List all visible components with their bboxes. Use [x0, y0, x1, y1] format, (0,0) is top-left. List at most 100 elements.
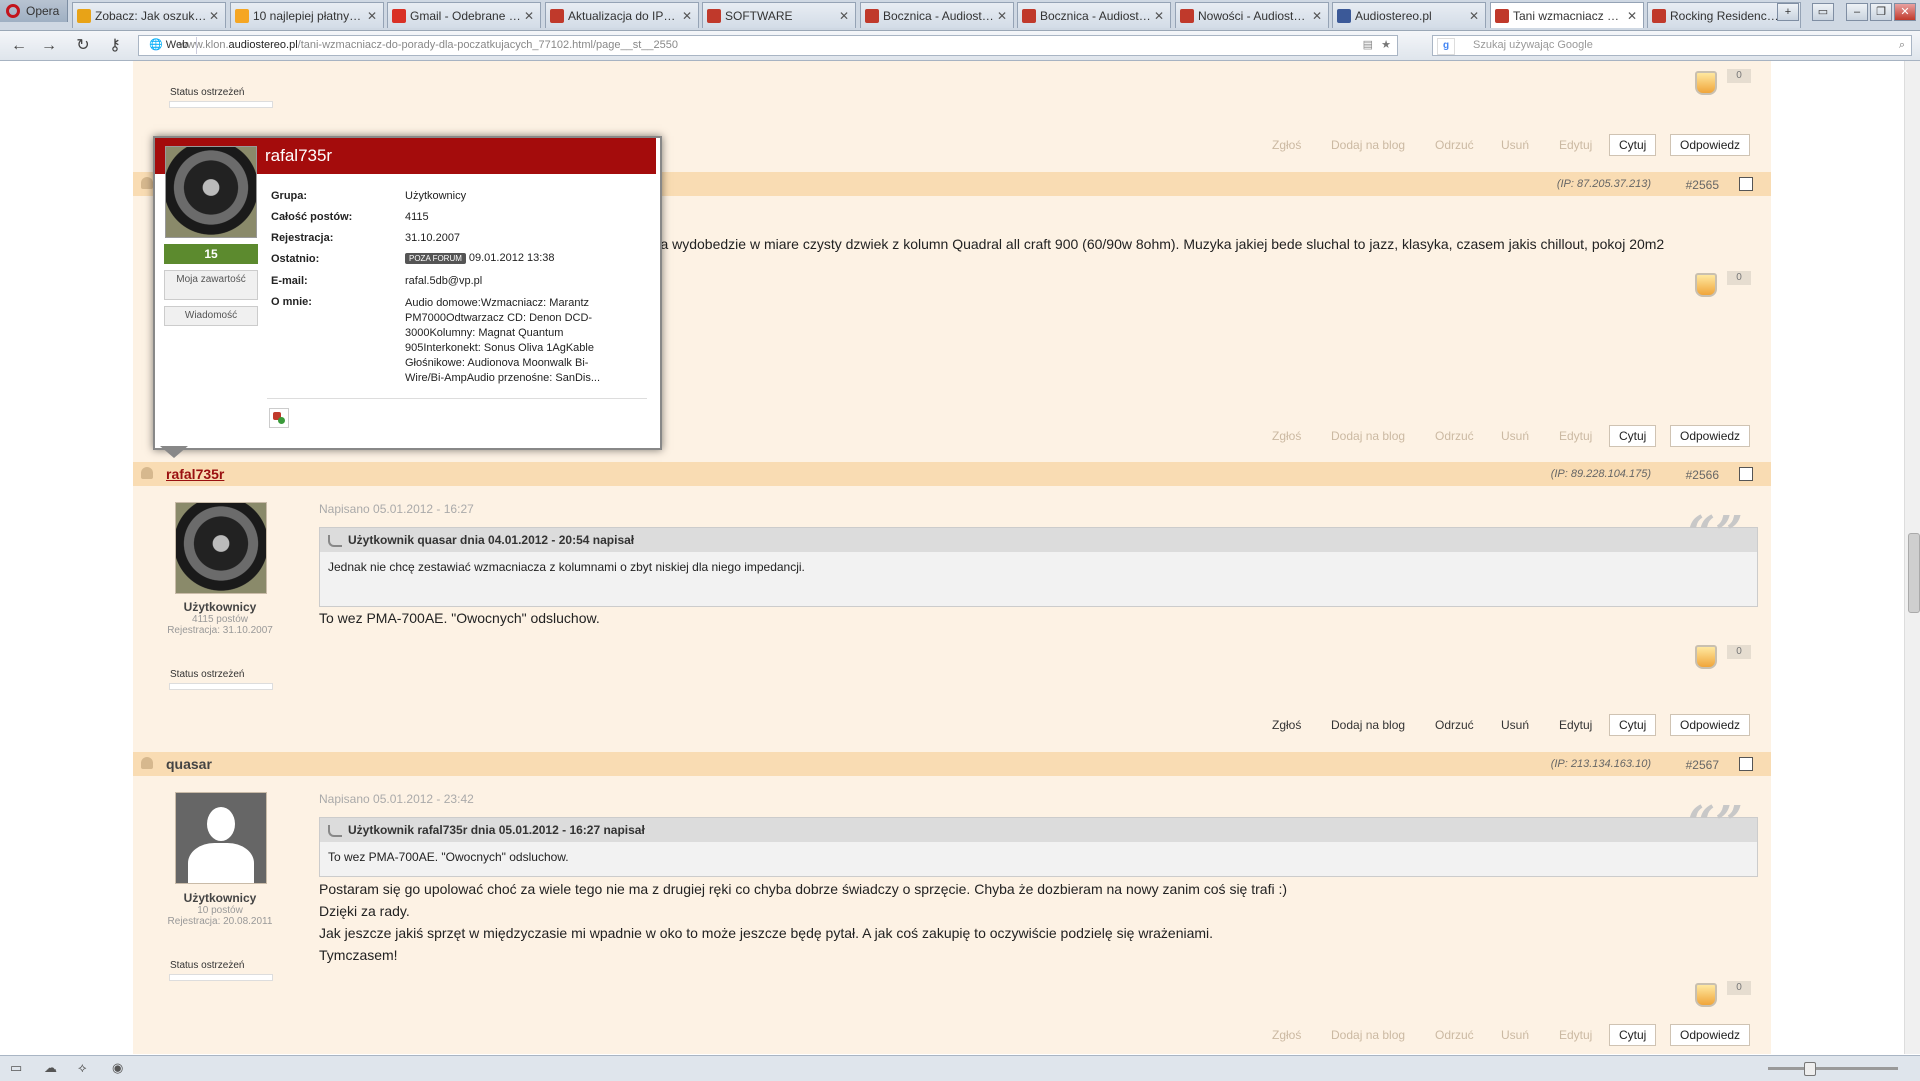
browser-tab[interactable]: 10 najlepiej płatnych... ✕	[230, 2, 384, 28]
add-to-blog-link[interactable]: Dodaj na blog	[1331, 718, 1405, 732]
quote-button[interactable]: Cytuj	[1609, 134, 1657, 156]
reload-icon[interactable]: ↻	[72, 36, 94, 56]
restore-icon[interactable]: ❐	[1870, 3, 1892, 21]
close-tab-icon[interactable]: ✕	[522, 9, 536, 23]
add-to-blog-link[interactable]: Dodaj na blog	[1331, 138, 1405, 152]
message-button[interactable]: Wiadomość	[164, 306, 258, 326]
browser-tab[interactable]: Nowości - Audiostere... ✕	[1175, 2, 1329, 28]
delete-link[interactable]: Usuń	[1501, 138, 1529, 152]
reject-link[interactable]: Odrzuć	[1435, 1028, 1474, 1042]
minimize-icon[interactable]: –	[1846, 3, 1868, 21]
reject-link[interactable]: Odrzuć	[1435, 718, 1474, 732]
search-icon[interactable]: ⌕	[1899, 36, 1905, 55]
bookmark-star-icon[interactable]: ★	[1381, 36, 1391, 55]
close-tab-icon[interactable]: ✕	[680, 9, 694, 23]
warn-status-bar	[169, 683, 273, 690]
edit-link[interactable]: Edytuj	[1559, 718, 1592, 732]
add-friend-icon[interactable]	[269, 408, 289, 428]
reject-link[interactable]: Odrzuć	[1435, 138, 1474, 152]
add-to-blog-link[interactable]: Dodaj na blog	[1331, 429, 1405, 443]
quote-button[interactable]: Cytuj	[1609, 1024, 1657, 1046]
reject-link[interactable]: Odrzuć	[1435, 429, 1474, 443]
page-scrollbar[interactable]	[1904, 61, 1920, 1054]
report-link[interactable]: Zgłoś	[1272, 718, 1301, 732]
rss-icon[interactable]: ▤	[1363, 36, 1373, 55]
trash-icon[interactable]: ▭	[1812, 3, 1834, 21]
reply-button[interactable]: Odpowiedz	[1670, 714, 1751, 736]
panel-toggle-icon[interactable]: ▭	[10, 1060, 22, 1076]
browser-tab[interactable]: Bocznica - Audioster... ✕	[1017, 2, 1171, 28]
edit-link[interactable]: Edytuj	[1559, 138, 1592, 152]
cloud-icon[interactable]: ☁	[44, 1060, 57, 1076]
select-post-checkbox[interactable]	[1739, 757, 1753, 771]
report-link[interactable]: Zgłoś	[1272, 429, 1301, 443]
post-number[interactable]: #2566	[1686, 468, 1719, 482]
tab-label: Tani wzmacniacz do ...	[1513, 8, 1625, 23]
delete-link[interactable]: Usuń	[1501, 718, 1529, 732]
my-content-button[interactable]: Moja zawartość	[164, 270, 258, 300]
reply-button[interactable]: Odpowiedz	[1670, 134, 1751, 156]
post-line: Dzięki za rady.	[319, 903, 410, 919]
post-line: Postaram się go upolować choć za wiele t…	[319, 881, 1288, 897]
reputation-cup-icon[interactable]	[1693, 67, 1719, 97]
hovercard-pointer	[160, 446, 188, 458]
select-post-checkbox[interactable]	[1739, 467, 1753, 481]
back-icon[interactable]: ←	[8, 36, 30, 56]
email-link[interactable]: rafal.5db@vp.pl	[405, 275, 482, 287]
unite-icon[interactable]: ◉	[112, 1060, 123, 1076]
edit-link[interactable]: Edytuj	[1559, 1028, 1592, 1042]
google-icon[interactable]: g	[1437, 38, 1455, 55]
close-tab-icon[interactable]: ✕	[365, 9, 379, 23]
browser-tab[interactable]: Zobacz: Jak oszukują...✕	[72, 2, 226, 28]
zoom-slider-handle[interactable]	[1804, 1062, 1816, 1076]
close-tab-icon[interactable]: ✕	[1152, 9, 1166, 23]
opera-menu-button[interactable]: Opera	[0, 0, 68, 22]
close-window-icon[interactable]: ✕	[1894, 3, 1916, 21]
close-tab-icon[interactable]: ✕	[995, 9, 1009, 23]
browser-tab[interactable]: Aktualizacja do IPBo... ✕	[545, 2, 699, 28]
reply-button[interactable]: Odpowiedz	[1670, 425, 1751, 447]
reputation-cup-icon[interactable]	[1693, 641, 1719, 671]
scrollbar-thumb[interactable]	[1908, 533, 1920, 613]
post-number[interactable]: #2565	[1686, 178, 1719, 192]
post-number[interactable]: #2567	[1686, 758, 1719, 772]
quote-button[interactable]: Cytuj	[1609, 425, 1657, 447]
report-link[interactable]: Zgłoś	[1272, 1028, 1301, 1042]
forward-icon[interactable]: →	[38, 36, 60, 56]
close-tab-icon[interactable]: ✕	[207, 9, 221, 23]
zoom-slider[interactable]	[1768, 1062, 1898, 1076]
search-input[interactable]: g Szukaj używając Google ⌕	[1432, 35, 1912, 56]
select-post-checkbox[interactable]	[1739, 177, 1753, 191]
user-avatar[interactable]	[175, 502, 267, 594]
post-author-link[interactable]: quasar	[166, 756, 212, 772]
report-link[interactable]: Zgłoś	[1272, 138, 1301, 152]
url-input[interactable]: 🌐 Web www.klon.audiostereo.pl/tani-wzmac…	[138, 35, 1398, 56]
reputation-cup-icon[interactable]	[1693, 979, 1719, 1009]
browser-tab[interactable]: Tani wzmacniacz do ... ✕	[1490, 2, 1644, 28]
quote-button[interactable]: Cytuj	[1609, 714, 1657, 736]
post-actions-2566: Zgłoś Dodaj na blog Odrzuć Usuń Edytuj C…	[133, 714, 1771, 738]
hovercard-avatar[interactable]	[165, 146, 257, 238]
browser-tab[interactable]: Audiostereo.pl ✕	[1332, 2, 1486, 28]
close-tab-icon[interactable]: ✕	[1310, 9, 1324, 23]
browser-tab[interactable]: Gmail - Odebrane - d... ✕	[387, 2, 541, 28]
browser-tab[interactable]: Bocznica - Audioster... ✕	[860, 2, 1014, 28]
post-author-link[interactable]: rafal735r	[166, 466, 224, 482]
close-tab-icon[interactable]: ✕	[1625, 9, 1639, 23]
reply-button[interactable]: Odpowiedz	[1670, 1024, 1751, 1046]
browser-tab[interactable]: SOFTWARE ✕	[702, 2, 856, 28]
default-avatar[interactable]	[175, 792, 267, 884]
add-to-blog-link[interactable]: Dodaj na blog	[1331, 1028, 1405, 1042]
key-icon[interactable]: ⚷	[104, 36, 126, 56]
new-tab-icon[interactable]: +	[1777, 3, 1799, 21]
delete-link[interactable]: Usuń	[1501, 1028, 1529, 1042]
tab-favicon-icon	[77, 8, 91, 23]
user-info-2566: Użytkownicy 4115 postów Rejestracja: 31.…	[165, 600, 275, 636]
close-tab-icon[interactable]: ✕	[1467, 9, 1481, 23]
delete-link[interactable]: Usuń	[1501, 429, 1529, 443]
web-badge[interactable]: 🌐 Web	[141, 37, 198, 54]
share-icon[interactable]: ⟡	[78, 1060, 87, 1076]
reputation-cup-icon[interactable]	[1693, 269, 1719, 299]
edit-link[interactable]: Edytuj	[1559, 429, 1592, 443]
close-tab-icon[interactable]: ✕	[837, 9, 851, 23]
